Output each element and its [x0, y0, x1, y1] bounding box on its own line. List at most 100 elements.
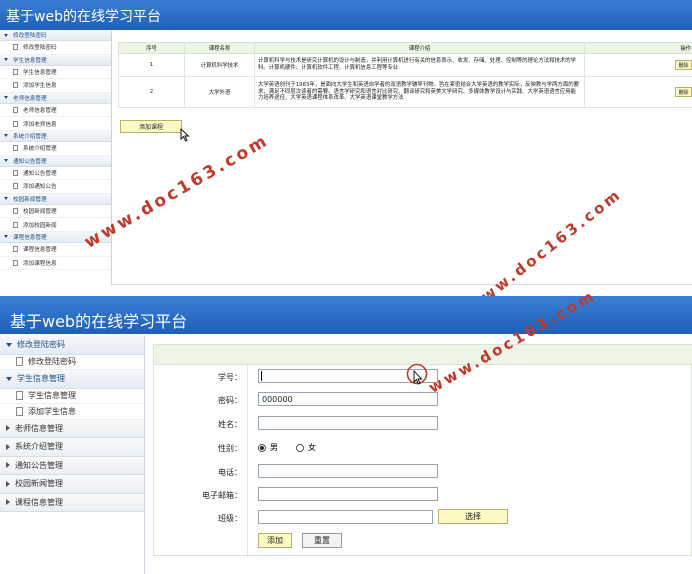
gender-female-label: 女 [308, 443, 316, 452]
sidebar-item-label: 修改登陆密码 [23, 45, 57, 52]
sidebar-section-label: 课程信息管理 [15, 497, 63, 507]
col-header-no: 序号 [118, 42, 185, 54]
chevron-right-icon [6, 480, 10, 487]
sidebar-item-label: 学生信息管理 [28, 391, 76, 401]
page-icon [16, 406, 23, 416]
sidebar-item[interactable]: 学生信息管理 [0, 66, 111, 80]
bottom-sidebar: 修改登陆密码 修改登陆密码 学生信息管理 学生信息管理 添加学生信息 老师信息管理 系统介绍… [0, 336, 145, 574]
name-input[interactable] [258, 416, 438, 430]
gender-group: 男 女 [258, 442, 316, 453]
page-icon [13, 107, 18, 114]
sidebar-section-3[interactable]: 系统介绍管理 [0, 438, 144, 457]
sidebar-item-label: 校园新闻管理 [23, 209, 57, 216]
chevron-right-icon [6, 499, 10, 506]
sidebar-item[interactable]: 修改登陆密码 [0, 41, 111, 55]
sidebar-item[interactable]: 修改登陆密码 [0, 355, 144, 370]
col-header-name: 课程名称 [184, 42, 255, 54]
chevron-down-icon [4, 134, 8, 138]
sidebar-section-label: 老师信息管理 [15, 423, 63, 433]
sidebar-section-5[interactable]: 校园新闻管理 [0, 193, 111, 205]
page-icon [13, 145, 18, 152]
sidebar-section-2[interactable]: 老师信息管理 [0, 92, 111, 104]
sidebar-item-label: 添加学生信息 [28, 406, 76, 416]
chevron-down-icon [4, 33, 8, 37]
sidebar-section-1[interactable]: 学生信息管理 [0, 54, 111, 66]
gender-male-radio[interactable] [258, 443, 266, 452]
select-class-button[interactable]: 选择 [438, 509, 508, 524]
add-course-button[interactable]: 添加课程 [120, 120, 182, 133]
sidebar-section-label: 修改登陆密码 [17, 340, 65, 350]
page-icon [13, 82, 18, 89]
sidebar-section-3[interactable]: 系统介绍管理 [0, 130, 111, 142]
sidebar-section-4[interactable]: 通知公告管理 [0, 456, 144, 475]
page-icon [13, 183, 18, 190]
sidebar-item[interactable]: 添加通知公告 [0, 180, 111, 194]
page-icon [13, 221, 18, 228]
sidebar-section-label: 校园新闻管理 [13, 196, 47, 203]
sidebar-section-label: 系统介绍管理 [15, 442, 63, 452]
password-input[interactable]: 000000 [258, 392, 438, 406]
cell-no: 1 [118, 53, 185, 77]
gender-male-label: 男 [270, 443, 278, 452]
sidebar-item-label: 添加学生信息 [23, 83, 57, 90]
delete-button[interactable]: 删除 [675, 87, 692, 97]
page-icon [16, 391, 23, 401]
col-header-intro: 课程介绍 [254, 42, 585, 54]
sidebar-item-label: 添加老师信息 [23, 121, 57, 128]
table-row: 1 计算机科学技术 计算机科学与技术是研究计算机的设计与制造，并利用计算机进行有… [118, 53, 692, 77]
submit-button[interactable]: 添加 [258, 533, 292, 548]
sidebar-item-label: 修改登陆密码 [28, 357, 76, 367]
chevron-down-icon [6, 376, 12, 381]
student-no-label: 学号： [218, 373, 242, 382]
phone-input[interactable] [258, 464, 438, 478]
gender-label: 性别： [218, 444, 242, 453]
chevron-right-icon [6, 462, 10, 469]
sidebar-section-5[interactable]: 校园新闻管理 [0, 475, 144, 494]
sidebar-section-label: 通知公告管理 [15, 460, 63, 470]
table-row: 2 大学外语 大学英语创刊于1983年，是面向大学生和英语自学者的双语教学辅导刊… [118, 76, 692, 108]
sidebar-section-0[interactable]: 修改登陆密码 [0, 30, 111, 41]
sidebar-item[interactable]: 添加课程信息 [0, 257, 111, 271]
sidebar-section-label: 系统介绍管理 [13, 133, 47, 140]
page-icon [13, 208, 18, 215]
sidebar-item[interactable]: 老师信息管理 [0, 104, 111, 118]
sidebar-section-2[interactable]: 老师信息管理 [0, 419, 144, 438]
sidebar-item[interactable]: 校园新闻管理 [0, 205, 111, 219]
sidebar-section-6[interactable]: 课程信息管理 [0, 493, 144, 512]
page-icon [13, 246, 18, 253]
sidebar-item[interactable]: 添加学生信息 [0, 79, 111, 93]
sidebar-section-label: 老师信息管理 [13, 95, 47, 102]
course-table: 序号 课程名称 课程介绍 操作 1 计算机科学技术 计算机科学与技术是研究计算机… [118, 42, 692, 108]
chevron-right-icon [6, 443, 10, 450]
sidebar-item-label: 添加通知公告 [23, 184, 57, 191]
cell-intro: 计算机科学与技术是研究计算机的设计与制造，并利用计算机进行有关的信息表示、收发、… [254, 53, 585, 77]
sidebar-item[interactable]: 系统介绍管理 [0, 142, 111, 156]
class-input[interactable] [258, 510, 433, 524]
gender-female-radio[interactable] [296, 443, 304, 452]
sidebar-section-0[interactable]: 修改登陆密码 [0, 336, 144, 355]
bottom-app-title: 基于web的在线学习平台 [10, 312, 188, 331]
chevron-down-icon [4, 159, 8, 163]
sidebar-section-4[interactable]: 通知公告管理 [0, 155, 111, 167]
top-title-bar: 基于web的在线学习平台 [0, 0, 692, 30]
sidebar-item-label: 添加课程信息 [23, 260, 57, 267]
cell-name: 大学外语 [184, 76, 255, 108]
sidebar-item[interactable]: 添加学生信息 [0, 404, 144, 420]
cell-name: 计算机科学技术 [184, 53, 255, 77]
sidebar-item-label: 添加校园新闻 [23, 222, 57, 229]
sidebar-item-label: 课程信息管理 [23, 247, 57, 254]
sidebar-section-1[interactable]: 学生信息管理 [0, 370, 144, 389]
page-icon [13, 44, 18, 51]
sidebar-item[interactable]: 添加老师信息 [0, 117, 111, 131]
sidebar-item-label: 系统介绍管理 [23, 146, 57, 153]
sidebar-item-label: 通知公告管理 [23, 170, 57, 177]
delete-button[interactable]: 删除 [675, 60, 692, 70]
sidebar-item[interactable]: 通知公告管理 [0, 167, 111, 181]
sidebar-item[interactable]: 学生信息管理 [0, 389, 144, 404]
reset-button[interactable]: 重置 [302, 533, 342, 548]
chevron-down-icon [6, 342, 12, 347]
top-screenshot: 基于web的在线学习平台 修改登陆密码 修改登陆密码 学生信息管理 学生信息管理 添加学… [0, 0, 692, 316]
sidebar-section-label: 学生信息管理 [13, 57, 47, 64]
email-input[interactable] [258, 487, 438, 501]
chevron-down-icon [4, 58, 8, 62]
